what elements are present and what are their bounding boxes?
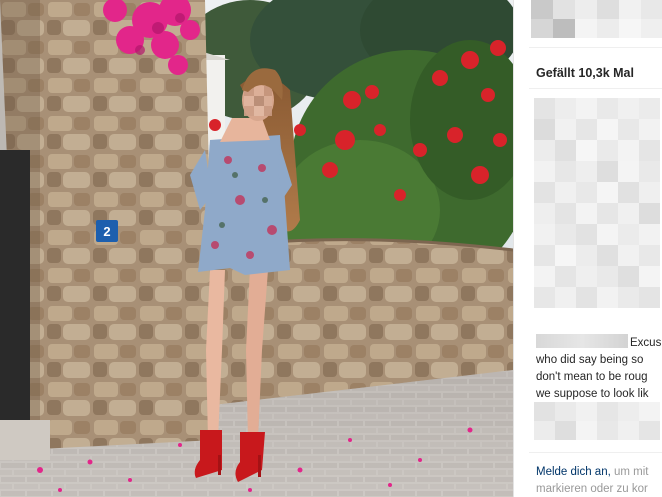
login-divider bbox=[529, 452, 662, 453]
comment-text-1: Excus bbox=[630, 337, 662, 349]
blurred-comment bbox=[534, 402, 660, 440]
comment-text-2: who did say being so bbox=[536, 354, 644, 366]
post-photo-illustration: 2 bbox=[0, 0, 513, 497]
login-prompt: Melde dich an, um mit markieren oder zu … bbox=[536, 464, 662, 497]
blurred-comment-username[interactable] bbox=[536, 334, 628, 348]
comment-line-1: Excus bbox=[536, 334, 662, 352]
house-number-text: 2 bbox=[103, 224, 110, 239]
header-divider bbox=[529, 47, 662, 48]
likes-divider bbox=[529, 88, 662, 89]
login-prompt-text-2: markieren oder zu kor bbox=[536, 483, 648, 495]
blurred-header bbox=[531, 0, 662, 38]
comment: Excus who did say being so don't mean to… bbox=[536, 334, 662, 403]
post-photo[interactable]: 2 bbox=[0, 0, 513, 497]
blurred-caption bbox=[534, 98, 660, 308]
login-prompt-text-1: um mit bbox=[610, 466, 649, 478]
post-side-panel: Gefällt 10,3k Mal Excus who did say bein… bbox=[513, 0, 662, 497]
comment-text-4: we suppose to look lik bbox=[536, 388, 649, 400]
login-link[interactable]: Melde dich an, bbox=[536, 466, 611, 478]
likes-count[interactable]: Gefällt 10,3k Mal bbox=[536, 66, 634, 80]
comment-text-3: don't mean to be roug bbox=[536, 371, 648, 383]
